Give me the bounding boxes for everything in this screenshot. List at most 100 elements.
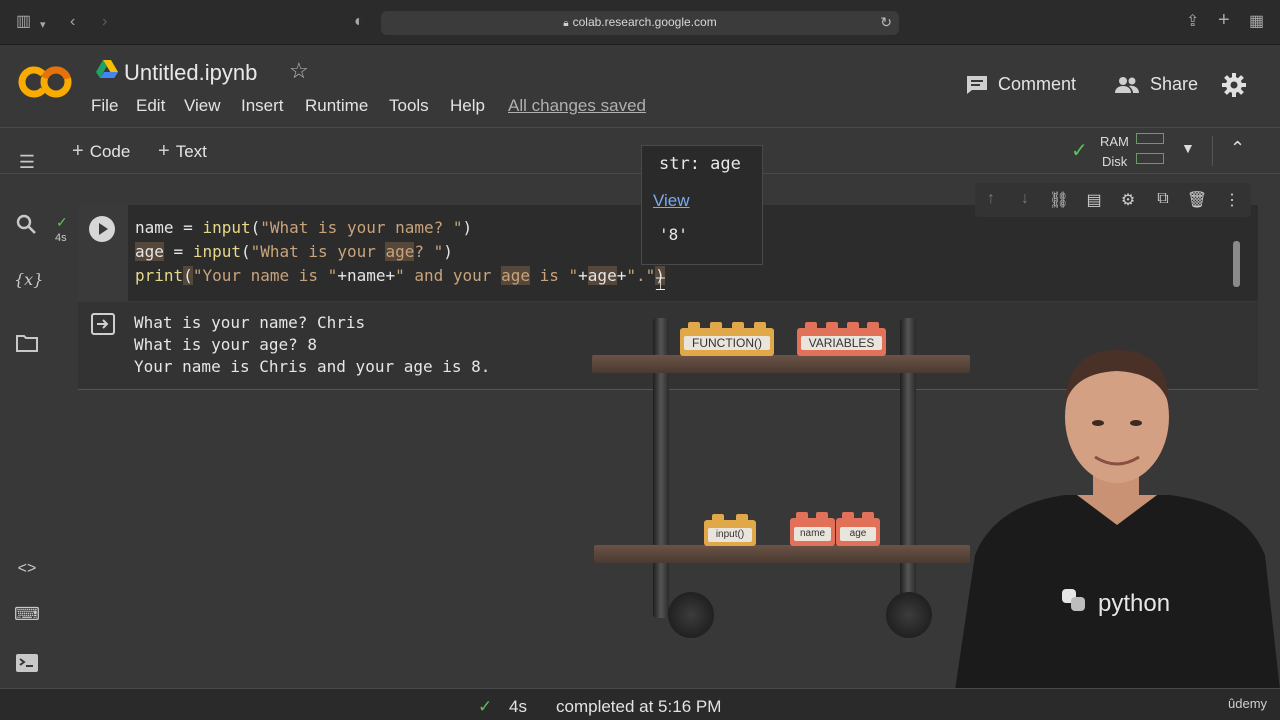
menu-insert[interactable]: Insert (241, 96, 284, 116)
left-sidebar: ☰ {x} <> ⌨ (0, 128, 54, 688)
shelf-board-top (592, 355, 970, 373)
brick-label: FUNCTION() (684, 336, 770, 350)
move-up-icon[interactable]: ↑ (980, 190, 1002, 208)
colab-logo[interactable] (18, 64, 72, 100)
lego-brick-input: input() (704, 514, 756, 546)
lock-icon: 🔒︎ (563, 18, 569, 29)
notebook-toolbar: + Code + Text ✓ RAM Disk ▼ ⌃ (0, 128, 1280, 174)
output-line: What is your name? Chris (134, 313, 366, 332)
star-icon[interactable]: ☆ (289, 58, 309, 84)
status-duration: 4s (509, 697, 527, 716)
run-cell-button[interactable] (89, 216, 115, 242)
code-line-1: name = input("What is your name? ") (135, 218, 473, 237)
people-icon (1115, 77, 1139, 94)
output-line: What is your age? 8 (134, 335, 318, 354)
share-label: Share (1150, 74, 1199, 94)
sidebar-icon[interactable]: ▥ (16, 12, 31, 32)
shelf-flange-left (668, 592, 714, 638)
chevron-down-icon[interactable]: ▾ (40, 15, 46, 35)
add-code-button[interactable]: + Code (72, 140, 130, 163)
url-text: colab.research.google.com (572, 15, 717, 29)
brick-label: name (794, 527, 831, 541)
shirt-text: python (1098, 590, 1171, 617)
code-line-2: age = input("What is your age? ") (135, 242, 453, 261)
command-palette-icon[interactable]: ⌨ (14, 604, 40, 630)
lego-brick-name: name (790, 512, 835, 546)
connected-check-icon: ✓ (1071, 140, 1088, 162)
presenter-video (955, 350, 1280, 690)
menu-tools[interactable]: Tools (389, 96, 429, 116)
play-icon (99, 223, 108, 235)
add-text-label: Text (175, 142, 207, 161)
shelf-board-bottom (594, 545, 970, 563)
reload-icon[interactable]: ↻ (880, 14, 892, 31)
status-bar: ✓ 4s completed at 5:16 PM (0, 688, 1280, 720)
disk-meter (1136, 153, 1164, 164)
cell-run-time: 4s (55, 232, 67, 244)
menu-runtime[interactable]: Runtime (305, 96, 368, 116)
code-editor[interactable]: name = input("What is your name? ") age =… (135, 216, 665, 288)
comment-button[interactable]: Comment (966, 74, 1076, 95)
code-line-3: print("Your name is "+name+" and your ag… (135, 266, 665, 285)
resources-indicator[interactable]: RAM Disk (1100, 132, 1129, 172)
back-icon[interactable]: ‹ (70, 12, 75, 32)
lego-brick-function: FUNCTION() (680, 322, 774, 356)
link-icon[interactable]: ⛓ (1048, 190, 1070, 210)
lego-brick-variables: VARIABLES (797, 322, 886, 356)
terminal-icon[interactable] (14, 650, 40, 676)
collapse-header-icon[interactable]: ⌃ (1230, 138, 1245, 159)
folder-icon[interactable] (14, 330, 40, 356)
brick-label: input() (708, 528, 752, 542)
ram-meter (1136, 133, 1164, 144)
variables-icon[interactable]: {x} (14, 270, 43, 296)
tooltip-value: '8' (659, 225, 688, 244)
udemy-watermark: ûdemy (1228, 696, 1268, 711)
more-vert-icon[interactable]: ⋮ (1221, 190, 1243, 210)
disk-label: Disk (1102, 154, 1128, 169)
new-tab-icon[interactable]: + (1218, 10, 1230, 30)
notebook-title[interactable]: Untitled.ipynb (124, 60, 257, 86)
output-line: Your name is Chris and your age is 8. (134, 357, 491, 376)
cell-success-check-icon: ✓ (56, 214, 68, 230)
toc-icon[interactable]: ☰ (14, 152, 40, 178)
code-snippets-icon[interactable]: <> (14, 560, 40, 586)
divider (1212, 136, 1213, 166)
variable-tooltip: str: age View '8' (641, 145, 763, 265)
menu-edit[interactable]: Edit (136, 96, 165, 116)
comment-label: Comment (998, 74, 1077, 94)
url-bar[interactable]: 🔒︎ colab.research.google.com ↻ (381, 11, 899, 35)
tabs-grid-icon[interactable]: ▦ (1249, 12, 1264, 32)
menu-view[interactable]: View (184, 96, 221, 116)
chevron-down-icon[interactable]: ▼ (1181, 140, 1195, 156)
brick-label: age (840, 527, 876, 541)
share-button[interactable]: Share (1114, 74, 1198, 95)
brick-label: VARIABLES (801, 336, 882, 350)
drive-icon[interactable] (96, 59, 118, 79)
ram-label: RAM (1100, 134, 1129, 149)
settings-icon[interactable] (1222, 73, 1246, 97)
move-down-icon[interactable]: ↓ (1014, 190, 1036, 208)
settings-icon[interactable]: ⚙ (1117, 190, 1139, 210)
output-text: What is your name? Chris What is your age… (134, 312, 490, 378)
delete-icon[interactable]: 🗑︎ (1186, 190, 1208, 210)
text-cursor-icon: ⌶ (655, 274, 666, 294)
comment-icon[interactable]: ▤ (1083, 190, 1105, 210)
forward-icon[interactable]: › (102, 12, 107, 32)
cell-toolbar: ↑ ↓ ⛓ ▤ ⚙ ⧉ 🗑︎ ⋮ (975, 183, 1251, 217)
output-icon[interactable] (90, 312, 116, 336)
tooltip-view-link[interactable]: View (653, 191, 690, 211)
shelf-flange-right (886, 592, 932, 638)
search-icon[interactable] (14, 212, 40, 238)
add-text-button[interactable]: + Text (158, 140, 207, 163)
share-icon[interactable]: ⇪ (1186, 12, 1199, 32)
tooltip-type: str: age (659, 154, 741, 174)
menu-file[interactable]: File (91, 96, 118, 116)
status-check-icon: ✓ (478, 697, 493, 716)
mirror-cell-icon[interactable]: ⧉ (1152, 190, 1174, 208)
status-completed[interactable]: completed at 5:16 PM (556, 697, 721, 717)
colab-header: Untitled.ipynb ☆ File Edit View Insert R… (0, 46, 1280, 128)
menu-help[interactable]: Help (450, 96, 485, 116)
cell-scrollbar[interactable] (1233, 241, 1240, 287)
lego-brick-age: age (836, 512, 880, 546)
save-status[interactable]: All changes saved (508, 96, 646, 116)
